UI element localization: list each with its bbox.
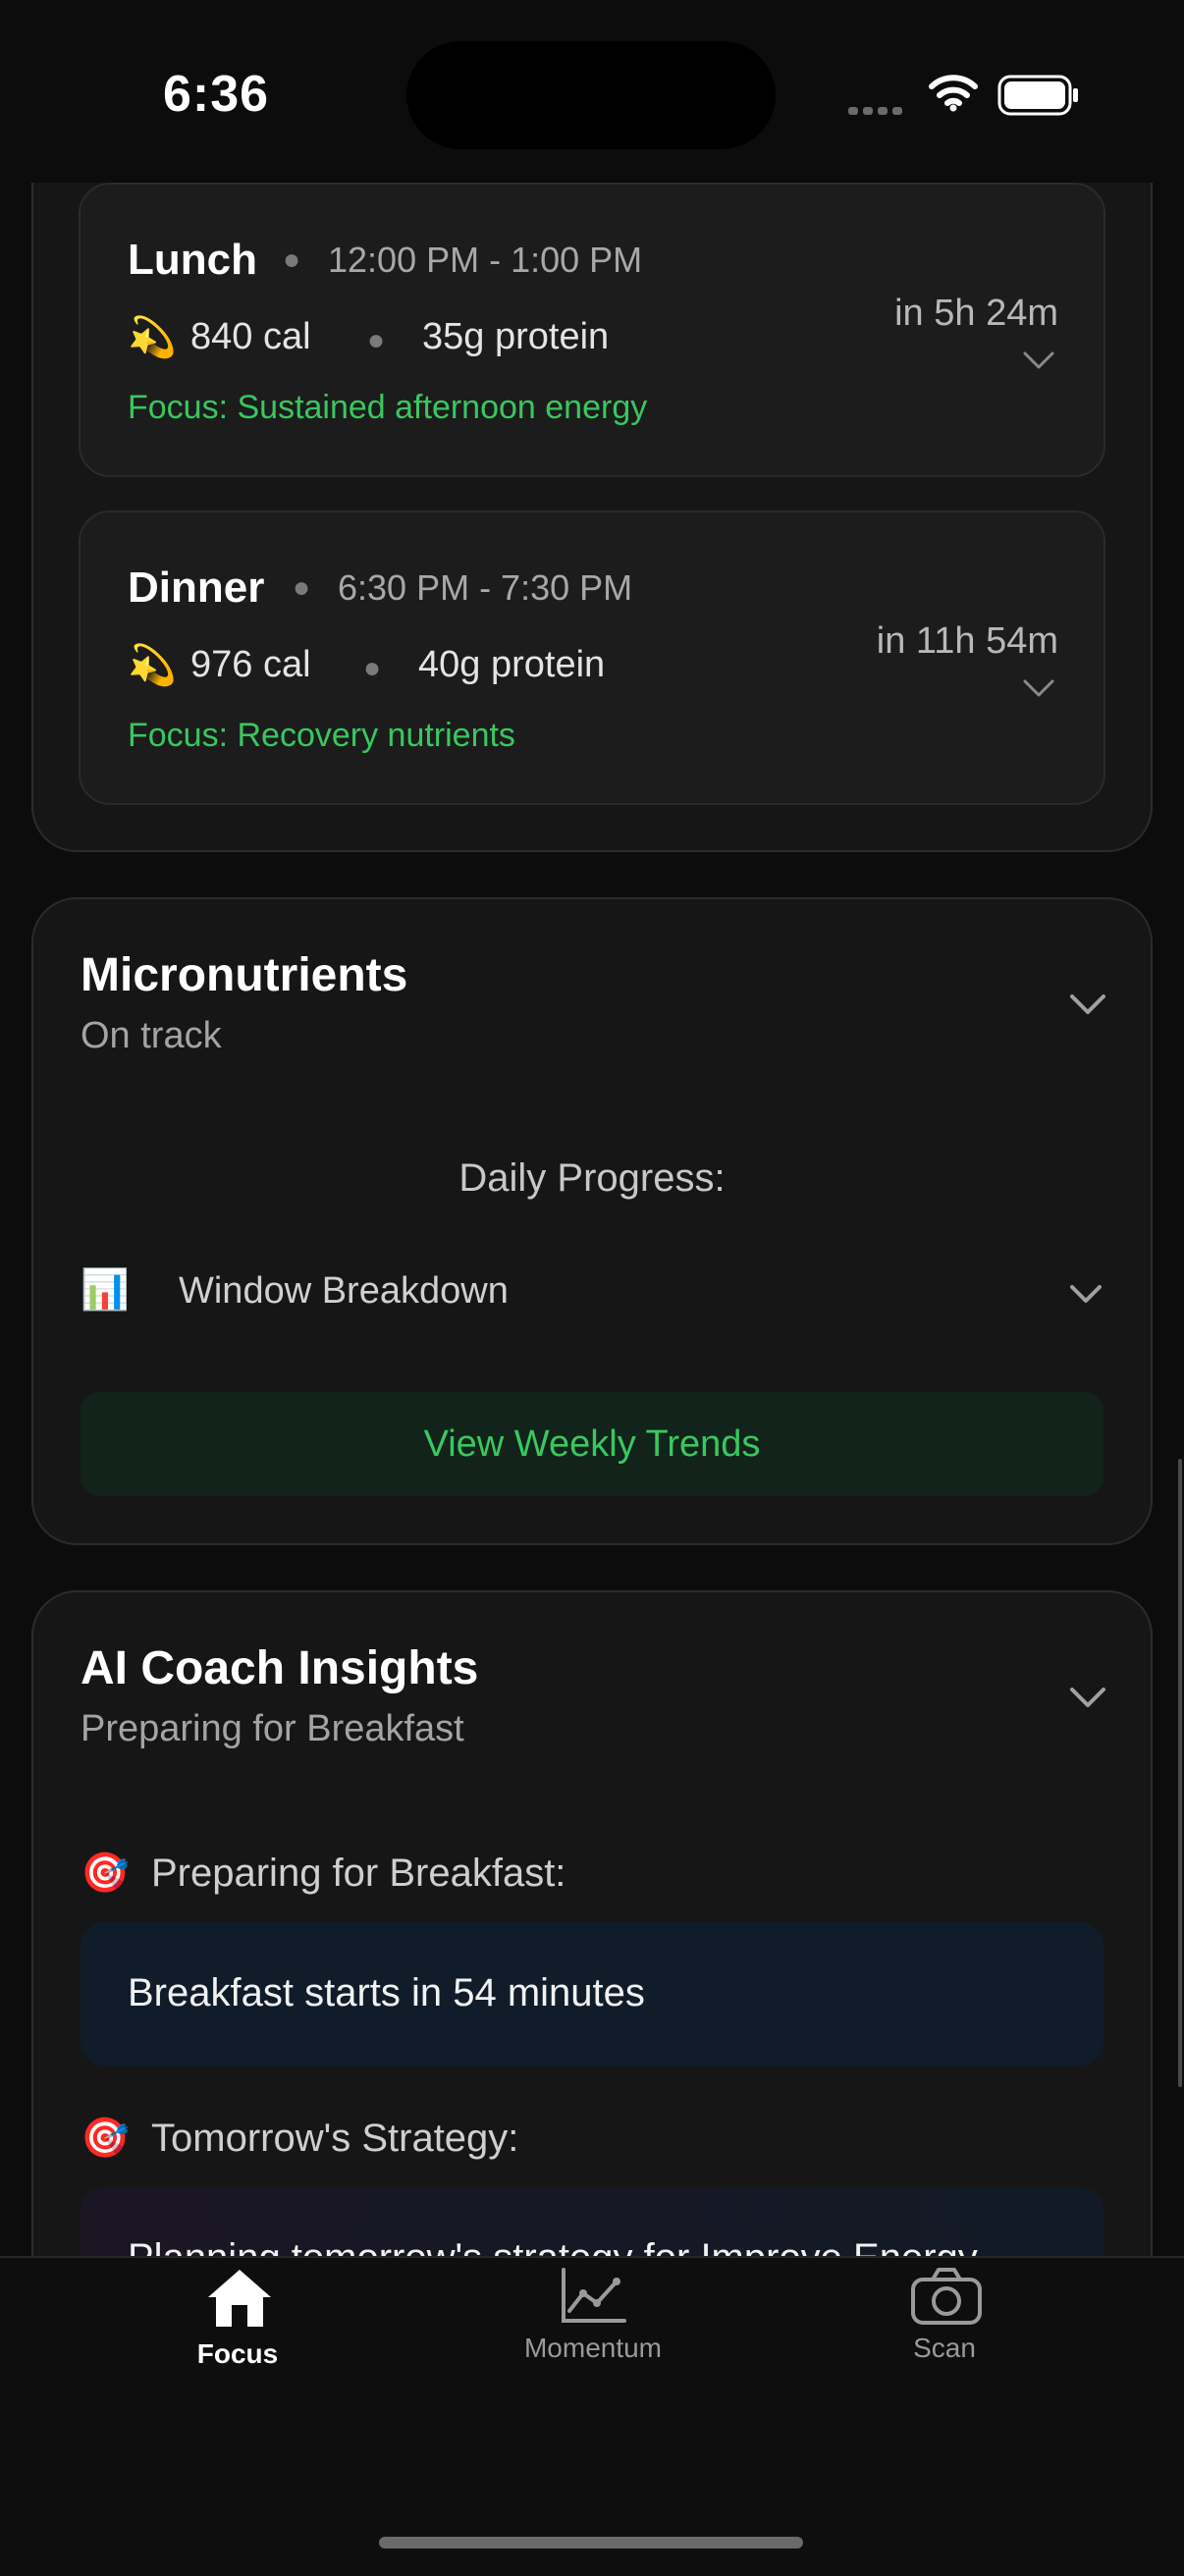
micronutrients-title: Micronutrients <box>81 949 408 1001</box>
separator-dot: ● <box>363 652 382 684</box>
view-weekly-trends-button[interactable]: View Weekly Trends <box>81 1392 1103 1496</box>
chevron-down-icon[interactable] <box>1068 992 1107 1017</box>
camera-icon <box>911 2268 982 2325</box>
meal-name: Dinner <box>128 564 265 612</box>
meal-calories: 840 cal <box>190 316 311 357</box>
meal-calories: 976 cal <box>190 644 311 685</box>
daily-progress-label: Daily Progress: <box>458 1156 726 1200</box>
insight-box: Breakfast starts in 54 minutes <box>81 1922 1103 2066</box>
meal-time: 12:00 PM - 1:00 PM <box>328 240 643 280</box>
ai-coach-status: Preparing for Breakfast <box>81 1708 464 1749</box>
meal-focus: Focus: Sustained afternoon energy <box>128 389 648 426</box>
meal-eta: in 11h 54m <box>876 620 1058 662</box>
micronutrients-status: On track <box>81 1015 222 1056</box>
chevron-down-icon[interactable] <box>1021 349 1056 371</box>
ai-coach-title: AI Coach Insights <box>81 1642 479 1694</box>
target-icon: 🎯 <box>81 2117 130 2160</box>
home-indicator[interactable] <box>379 2537 803 2549</box>
meal-eta: in 5h 24m <box>894 293 1058 334</box>
micronutrients-card: Micronutrients On track Daily Progress: … <box>31 897 1153 1545</box>
scroll-indicator[interactable] <box>1178 1459 1182 2087</box>
status-bar: 6:36 <box>0 0 1184 183</box>
home-icon <box>208 2270 271 2327</box>
tab-focus[interactable]: Focus <box>130 2258 346 2386</box>
status-time: 6:36 <box>163 66 270 123</box>
ai-coach-card: AI Coach Insights Preparing for Breakfas… <box>31 1590 1153 2340</box>
meal-name: Lunch <box>128 236 257 284</box>
tab-label: Scan <box>913 2333 976 2363</box>
tab-momentum[interactable]: Momentum <box>485 2258 701 2386</box>
bar-chart-icon: 📊 <box>81 1268 130 1312</box>
window-breakdown-toggle[interactable]: 📊 Window Breakdown <box>81 1262 1113 1341</box>
window-breakdown-label: Window Breakdown <box>179 1270 509 1312</box>
chart-icon <box>562 2268 626 2323</box>
battery-icon <box>997 75 1078 116</box>
tab-scan[interactable]: Scan <box>836 2258 1052 2386</box>
meal-window-lunch[interactable]: Lunch ● 12:00 PM - 1:00 PM 💫 840 cal ● 3… <box>79 183 1105 477</box>
chevron-down-icon[interactable] <box>1068 1685 1107 1710</box>
separator-dot: ● <box>367 324 386 356</box>
tab-label: Momentum <box>523 2333 663 2363</box>
dynamic-island <box>406 41 776 149</box>
insight-heading: Preparing for Breakfast: <box>151 1852 566 1895</box>
separator-dot: ● <box>283 243 301 276</box>
tab-label: Focus <box>196 2338 279 2369</box>
meal-protein: 40g protein <box>418 644 606 685</box>
meal-protein: 35g protein <box>422 316 610 357</box>
wifi-icon <box>929 75 978 112</box>
sparkle-icon: 💫 <box>128 316 177 359</box>
chevron-down-icon[interactable] <box>1021 677 1056 699</box>
insight-text: Breakfast starts in 54 minutes <box>128 1971 645 2014</box>
meal-focus: Focus: Recovery nutrients <box>128 717 515 754</box>
cellular-icon <box>848 102 907 120</box>
chevron-down-icon <box>1070 1285 1102 1303</box>
bottom-tab-bar: Focus Momentum Scan <box>0 2256 1184 2576</box>
target-icon: 🎯 <box>81 1852 130 1895</box>
strategy-heading: Tomorrow's Strategy: <box>151 2117 519 2160</box>
sparkle-icon: 💫 <box>128 644 177 687</box>
separator-dot: ● <box>293 571 311 604</box>
view-weekly-trends-label: View Weekly Trends <box>423 1423 761 1465</box>
meal-window-dinner[interactable]: Dinner ● 6:30 PM - 7:30 PM 💫 976 cal ● 4… <box>79 510 1105 805</box>
meal-time: 6:30 PM - 7:30 PM <box>338 567 633 608</box>
